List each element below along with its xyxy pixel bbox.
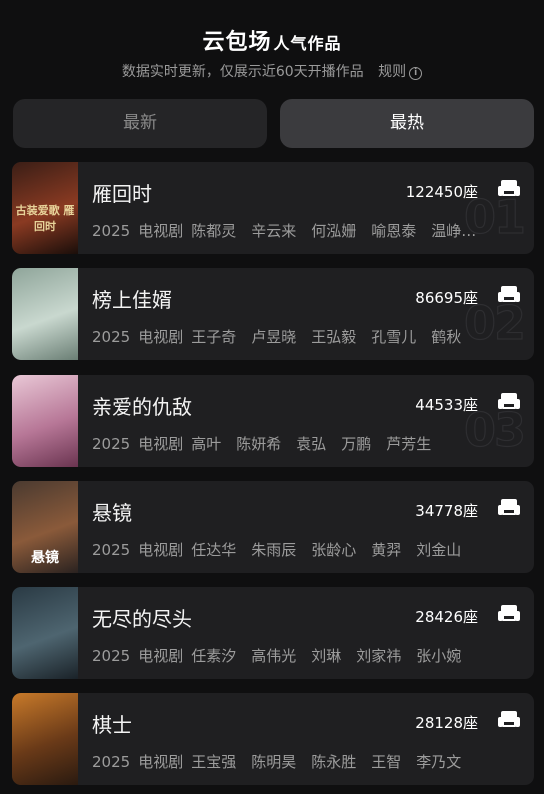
list-item[interactable]: 古装爱歌 雁回时 01 雁回时 122450座 2025 电视剧 陈都灵 辛云来 何… — [12, 162, 534, 254]
show-category: 电视剧 — [138, 541, 184, 559]
show-year: 2025 — [92, 435, 131, 453]
poster-caption: 悬镜 — [31, 550, 59, 566]
show-year: 2025 — [92, 222, 131, 240]
show-meta: 2025 电视剧 陈都灵 辛云来 何泓姗 喻恩泰 温峥… — [92, 220, 487, 241]
subtitle-text: 数据实时更新，仅展示近60天开播作品 — [121, 64, 364, 80]
poster-image: 悬镜 — [12, 481, 78, 573]
show-title: 棋士 — [92, 713, 132, 737]
show-year: 2025 — [92, 328, 131, 346]
poster-image — [12, 587, 78, 679]
show-title: 雁回时 — [92, 182, 152, 206]
poster-caption: 古装爱歌 雁回时 — [15, 204, 75, 233]
show-category: 电视剧 — [138, 753, 184, 771]
show-cast: 任达华 朱雨辰 张龄心 黄羿 刘金山 — [191, 541, 462, 559]
show-meta: 2025 电视剧 高叶 陈妍希 袁弘 万鹏 芦芳生 — [92, 433, 487, 454]
rules-label: 规则 — [378, 64, 407, 80]
seat-count: 122450座 — [405, 183, 478, 201]
poster-image — [12, 268, 78, 360]
show-year: 2025 — [92, 753, 131, 771]
show-title: 无尽的尽头 — [92, 607, 192, 631]
show-title: 榜上佳婿 — [92, 288, 172, 312]
rules-link[interactable]: 规则 i — [378, 64, 423, 80]
seat-count: 86695座 — [415, 289, 478, 307]
list-item[interactable]: 03 亲爱的仇敌 44533座 2025 电视剧 高叶 陈妍希 袁弘 万鹏 芦芳生 — [12, 375, 534, 467]
show-meta: 2025 电视剧 王子奇 卢昱晓 王弘毅 孔雪儿 鹤秋 — [92, 326, 487, 347]
sofa-icon[interactable] — [497, 285, 521, 305]
tab-hot[interactable]: 最热 — [280, 99, 534, 148]
list-item[interactable]: 02 榜上佳婿 86695座 2025 电视剧 王子奇 卢昱晓 王弘毅 孔雪儿 鹤秋 — [12, 268, 534, 360]
poster-image — [12, 693, 78, 785]
list-item[interactable]: 棋士 28128座 2025 电视剧 王宝强 陈明昊 陈永胜 王智 李乃文 — [12, 693, 534, 785]
title-main: 云包场 — [202, 30, 272, 55]
info-icon: i — [409, 67, 423, 80]
page-title: 云包场 人气作品 — [0, 24, 544, 56]
seat-count: 28128座 — [415, 714, 478, 732]
show-title: 悬镜 — [92, 501, 132, 525]
list-item[interactable]: 悬镜 悬镜 34778座 2025 电视剧 任达华 朱雨辰 张龄心 黄羿 刘金山 — [12, 481, 534, 573]
seat-count: 44533座 — [415, 396, 478, 414]
show-category: 电视剧 — [138, 435, 184, 453]
poster-image: 古装爱歌 雁回时 — [12, 162, 78, 254]
title-sub: 人气作品 — [273, 34, 342, 53]
sort-tabs: 最新 最热 — [13, 99, 534, 148]
show-cast: 王子奇 卢昱晓 王弘毅 孔雪儿 鹤秋 — [191, 328, 462, 346]
seat-count: 34778座 — [415, 502, 478, 520]
show-cast: 陈都灵 辛云来 何泓姗 喻恩泰 温峥… — [191, 222, 477, 240]
show-meta: 2025 电视剧 王宝强 陈明昊 陈永胜 王智 李乃文 — [92, 751, 487, 772]
seat-count: 28426座 — [415, 608, 478, 626]
list-item[interactable]: 无尽的尽头 28426座 2025 电视剧 任素汐 高伟光 刘琳 刘家祎 张小婉 — [12, 587, 534, 679]
tab-latest[interactable]: 最新 — [13, 99, 267, 148]
show-cast: 高叶 陈妍希 袁弘 万鹏 芦芳生 — [191, 435, 432, 453]
sofa-icon[interactable] — [497, 710, 521, 730]
sofa-icon[interactable] — [497, 498, 521, 518]
sofa-icon[interactable] — [497, 604, 521, 624]
page-header: 云包场 人气作品 数据实时更新，仅展示近60天开播作品 规则 i — [0, 0, 544, 100]
sofa-icon[interactable] — [497, 179, 521, 199]
show-category: 电视剧 — [138, 647, 184, 665]
sofa-icon[interactable] — [497, 392, 521, 412]
show-title: 亲爱的仇敌 — [92, 395, 192, 419]
show-meta: 2025 电视剧 任达华 朱雨辰 张龄心 黄羿 刘金山 — [92, 539, 487, 560]
poster-image — [12, 375, 78, 467]
show-category: 电视剧 — [138, 222, 184, 240]
show-meta: 2025 电视剧 任素汐 高伟光 刘琳 刘家祎 张小婉 — [92, 645, 487, 666]
show-year: 2025 — [92, 647, 131, 665]
show-category: 电视剧 — [138, 328, 184, 346]
show-cast: 任素汐 高伟光 刘琳 刘家祎 张小婉 — [191, 647, 462, 665]
subtitle: 数据实时更新，仅展示近60天开播作品 规则 i — [0, 61, 544, 81]
show-year: 2025 — [92, 541, 131, 559]
show-cast: 王宝强 陈明昊 陈永胜 王智 李乃文 — [191, 753, 462, 771]
